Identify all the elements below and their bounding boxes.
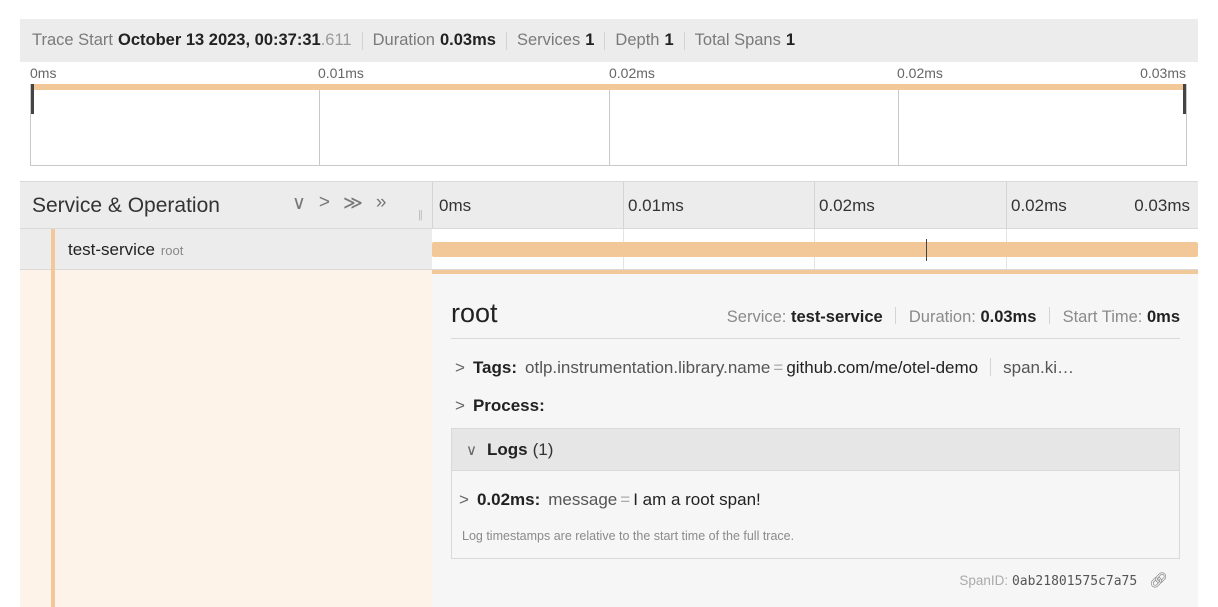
span-service-name: test-service [68, 240, 155, 259]
logs-section: ∨ Logs (1) >0.02ms: message = I am a root s… [451, 428, 1180, 559]
trace-services: Services 1 [516, 31, 595, 49]
minimap-tick: 0.02ms [609, 65, 655, 81]
span-row[interactable]: test-service root [20, 229, 1198, 270]
timeline-tick: 0ms [439, 196, 472, 215]
tag-key-truncated: span.ki… [1003, 358, 1075, 377]
span-id: SpanID: 0ab21801575c7a75 🔗︎ [959, 571, 1168, 589]
log-marker [926, 239, 927, 261]
tags-label: Tags: [472, 358, 518, 377]
span-detail-title: root [451, 298, 498, 328]
span-depth-guide [51, 270, 55, 607]
minimap-tick: 0.01ms [318, 65, 364, 81]
trace-total-spans: Total Spans 1 [694, 31, 796, 49]
minimap-span-bar [31, 84, 1186, 90]
column-resize-handle[interactable]: || [418, 209, 423, 221]
minimap-gridline [898, 84, 899, 165]
divider [683, 31, 685, 50]
chevron-right-icon[interactable]: > [455, 358, 465, 377]
timeline-header: Service & Operation ∨ > ≫ » || 0ms 0.01m… [20, 181, 1198, 229]
trace-duration: Duration 0.03ms [372, 31, 496, 49]
divider [361, 31, 363, 50]
timeline-tick: 0.02ms [1011, 196, 1067, 215]
divider [895, 307, 897, 324]
timeline-gridline [1006, 182, 1007, 228]
minimap-tick: 0.03ms [1140, 65, 1186, 81]
minimap-gridline [319, 84, 320, 165]
divider [604, 31, 606, 50]
chevron-down-icon[interactable]: ∨ [466, 441, 477, 459]
minimap-tick: 0ms [30, 65, 57, 81]
span-id-label: SpanID: [959, 573, 1009, 588]
span-detail-left-gutter [20, 270, 432, 607]
logs-footnote: Log timestamps are relative to the start… [462, 529, 795, 543]
process-section[interactable]: > Process: [455, 396, 553, 416]
timeline-tick: 0.02ms [819, 196, 875, 215]
log-field-value: I am a root span! [633, 490, 761, 509]
logs-label: Logs [486, 439, 528, 459]
trace-start-value: October 13 2023, 00:37:31.611 [118, 31, 352, 49]
timeline-gridline [432, 182, 433, 228]
collapse-controls: ∨ > ≫ » [292, 192, 387, 215]
divider [1049, 307, 1050, 324]
span-name[interactable]: test-service root [68, 240, 183, 260]
tag-value: github.com/me/otel-demo [786, 358, 979, 377]
minimap-gridline [609, 84, 610, 165]
divider [990, 358, 992, 376]
span-id-value: 0ab21801575c7a75 [1011, 574, 1138, 589]
trace-minimap[interactable] [30, 84, 1187, 166]
log-equals: = [620, 490, 631, 509]
chevron-right-icon[interactable]: > [459, 490, 469, 509]
minimap-left-handle[interactable] [31, 84, 34, 114]
trace-start: Trace Start October 13 2023, 00:37:31.61… [32, 31, 352, 49]
minimap-right-handle[interactable] [1183, 84, 1186, 114]
span-depth-guide [51, 229, 55, 270]
collapse-one-icon[interactable]: ∨ [292, 192, 306, 215]
log-field-key: message [548, 490, 618, 509]
timeline-gridline [623, 182, 624, 228]
timeline-gridline [814, 182, 815, 228]
timeline-tick: 0.03ms [1134, 196, 1190, 215]
log-timestamp: 0.02ms: [476, 490, 541, 509]
tag-key: otlp.instrumentation.library.name [525, 358, 771, 377]
divider [451, 338, 1180, 339]
log-entry[interactable]: >0.02ms: message = I am a root span! [459, 490, 761, 510]
tag-equals: = [773, 358, 784, 377]
span-operation-name: root [160, 243, 184, 258]
timeline-ticks: 0ms 0.01ms 0.02ms 0.02ms 0.03ms [432, 182, 1198, 228]
minimap-tick: 0.02ms [897, 65, 943, 81]
trace-summary-header: Trace Start October 13 2023, 00:37:31.61… [20, 19, 1198, 62]
link-icon[interactable]: 🔗︎ [1149, 572, 1168, 589]
chevron-right-icon[interactable]: > [455, 396, 465, 415]
span-timeline-view[interactable] [432, 229, 1198, 269]
logs-count: (1) [532, 439, 554, 459]
service-operation-title: Service & Operation [32, 194, 220, 217]
collapse-all-icon[interactable]: ≫ [343, 192, 363, 215]
expand-one-icon[interactable]: > [319, 192, 330, 215]
tags-section[interactable]: > Tags: otlp.instrumentation.library.name =… [455, 358, 1178, 378]
expand-all-icon[interactable]: » [376, 192, 387, 215]
divider [505, 31, 507, 50]
span-detail-panel: root Service: test-service Duration: 0.0… [432, 270, 1198, 607]
logs-header[interactable]: ∨ Logs (1) [452, 429, 1179, 471]
timeline-tick: 0.01ms [628, 196, 684, 215]
trace-depth: Depth 1 [615, 31, 674, 49]
span-duration-bar[interactable] [432, 242, 1198, 257]
minimap-ticks: 0ms 0.01ms 0.02ms 0.02ms 0.03ms [30, 62, 1186, 84]
span-detail-meta: Service: test-service Duration: 0.03ms S… [726, 307, 1180, 326]
process-label: Process: [472, 396, 545, 415]
